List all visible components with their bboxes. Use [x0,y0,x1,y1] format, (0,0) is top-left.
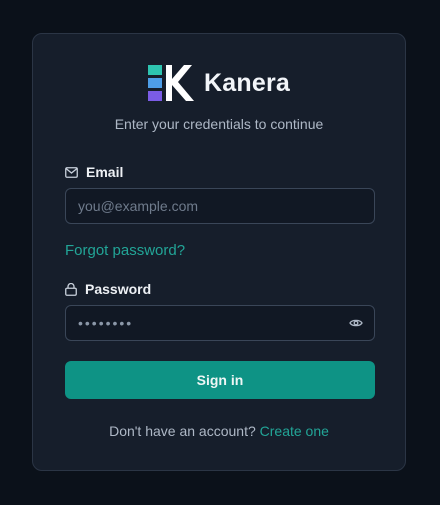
lock-icon [65,282,77,296]
create-account-link[interactable]: Create one [260,423,329,439]
signup-prompt-text: Don't have an account? [109,423,256,439]
email-label: Email [65,163,123,181]
brand-header: Kanera [33,65,405,101]
email-input[interactable] [65,188,375,224]
brand-name: Kanera [204,69,290,97]
login-card: Kanera Enter your credentials to continu… [32,33,406,471]
password-input[interactable] [65,305,375,341]
password-label-text: Password [85,281,152,297]
kanera-logo-icon [148,65,195,101]
eye-icon[interactable] [349,316,363,330]
signup-prompt: Don't have an account? Create one [33,421,405,441]
envelope-icon [65,166,78,178]
subtitle: Enter your credentials to continue [114,116,324,132]
sign-in-button[interactable]: Sign in [65,361,375,399]
email-label-text: Email [86,164,124,180]
password-label: Password [65,280,151,298]
forgot-password-link[interactable]: Forgot password? [65,241,185,261]
